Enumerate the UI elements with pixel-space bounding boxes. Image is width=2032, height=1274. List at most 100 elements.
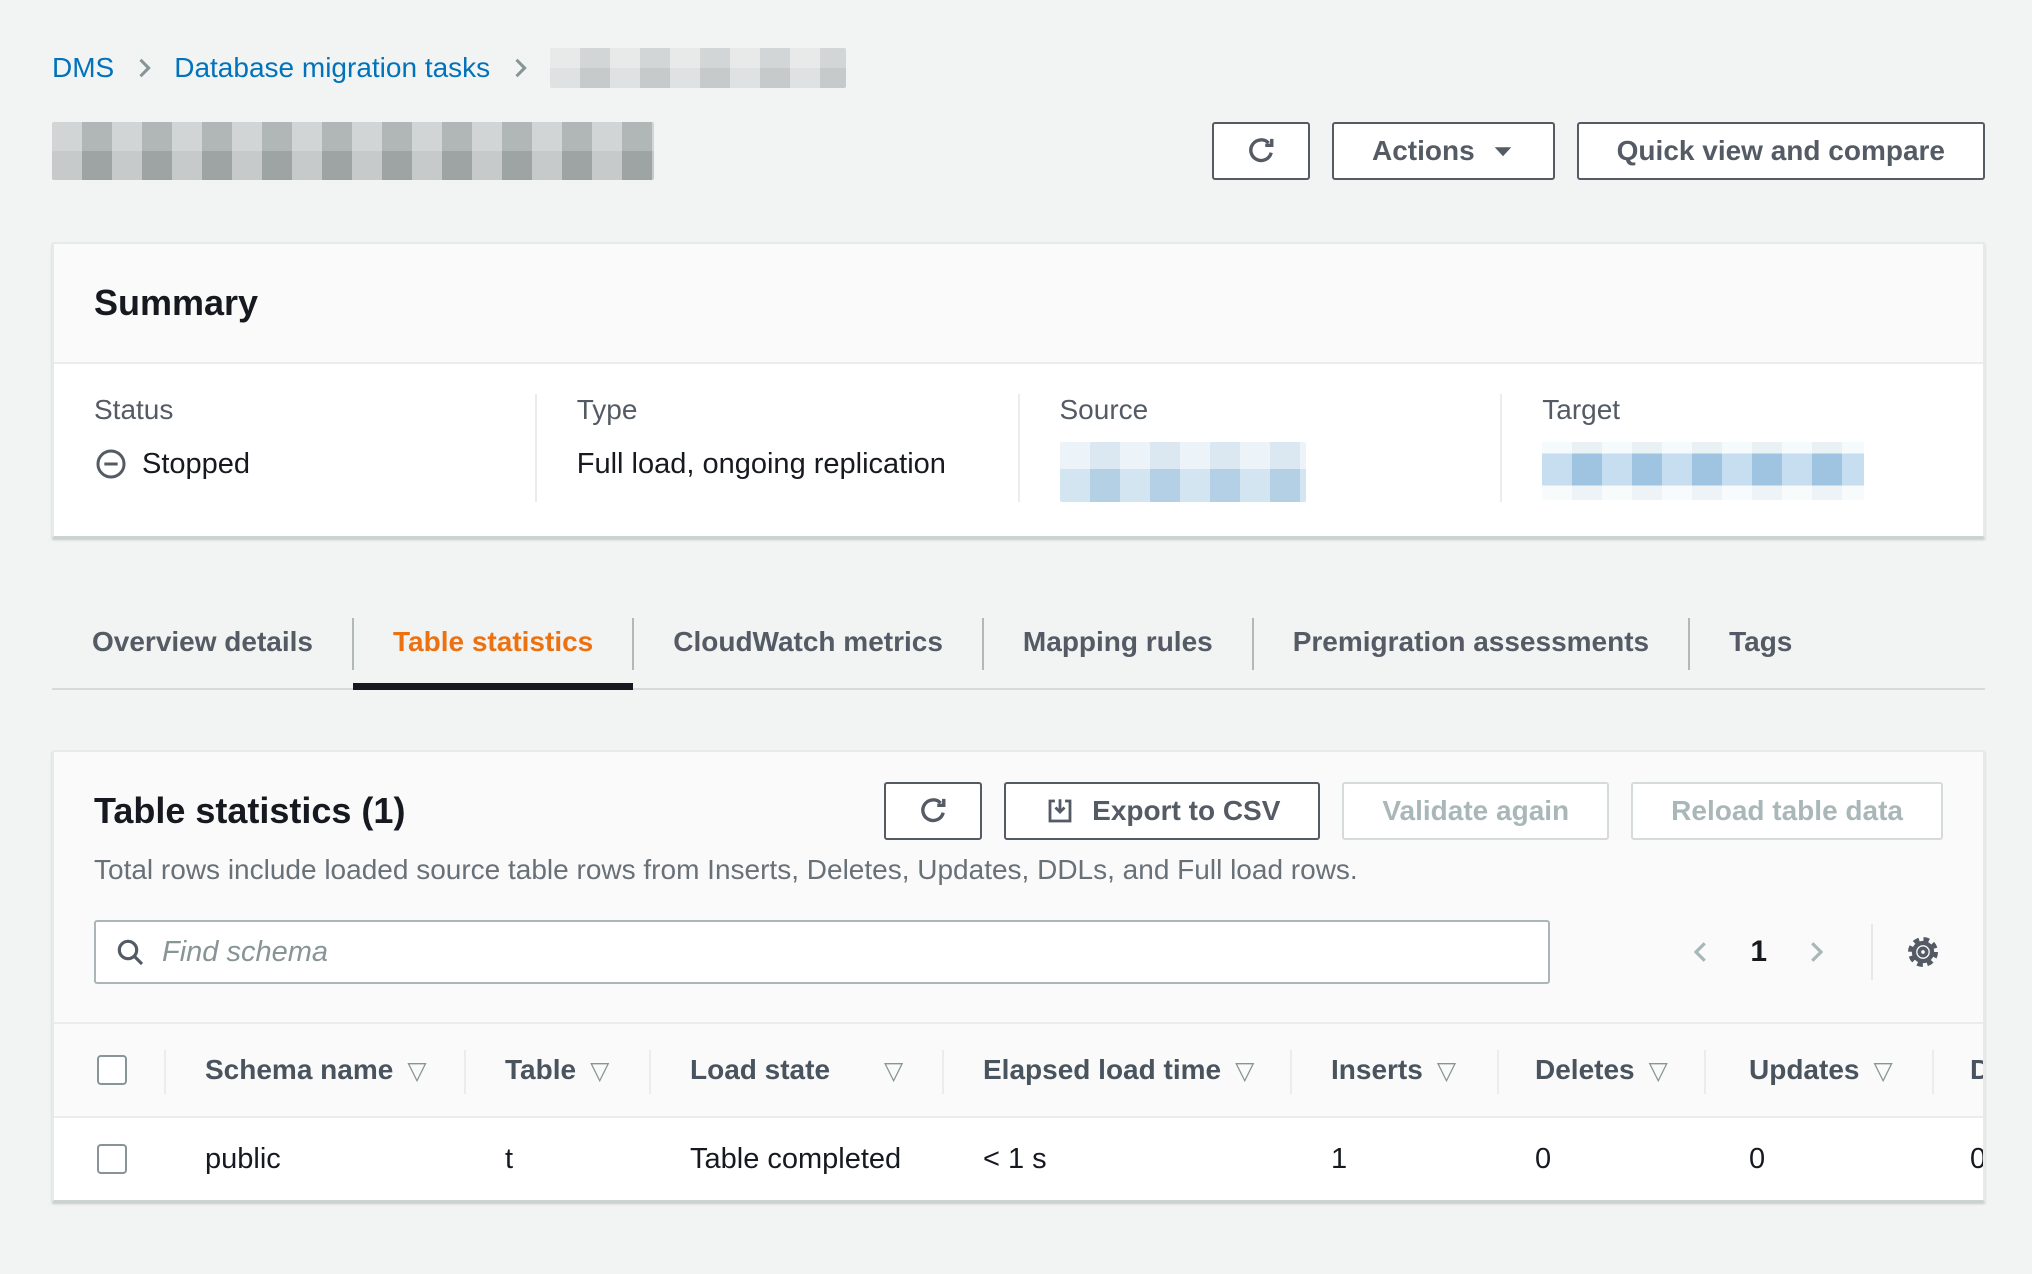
sort-icon[interactable] (407, 1056, 426, 1085)
summary-card-header: Summary (54, 244, 1983, 364)
column-header-ddls[interactable]: DDLs (1932, 1024, 1985, 1116)
summary-title: Summary (94, 282, 1943, 324)
search-icon (114, 936, 146, 968)
breadcrumb-tasks-link[interactable]: Database migration tasks (174, 52, 490, 84)
table-statistics-description: Total rows include loaded source table r… (94, 854, 1943, 886)
summary-field-type: Type Full load, ongoing replication (535, 394, 1018, 502)
reload-table-data-label: Reload table data (1671, 795, 1903, 827)
select-all-cell (54, 1024, 164, 1116)
quick-view-compare-button[interactable]: Quick view and compare (1577, 122, 1985, 180)
column-label: Inserts (1331, 1054, 1423, 1086)
actions-button[interactable]: Actions (1332, 122, 1555, 180)
table-statistics-card: Table statistics (1) (52, 750, 1985, 1202)
gear-icon (1903, 932, 1943, 972)
tab-premigration-assessments[interactable]: Premigration assessments (1253, 600, 1689, 688)
cell-ddls: 0 (1932, 1118, 1985, 1200)
sort-icon[interactable] (1873, 1056, 1892, 1085)
sort-icon[interactable] (884, 1056, 903, 1085)
source-label: Source (1060, 394, 1461, 426)
sort-icon[interactable] (1649, 1056, 1668, 1085)
summary-field-status: Status Stopped (54, 394, 535, 502)
task-name-redacted (52, 122, 654, 180)
table-header-row: Schema name Table Load state Elapsed loa… (54, 1022, 1985, 1118)
column-header-updates[interactable]: Updates (1704, 1024, 1932, 1116)
cell-deletes: 0 (1497, 1118, 1704, 1200)
caret-down-icon (1491, 139, 1515, 163)
stopped-icon (94, 447, 128, 481)
cell-inserts: 1 (1290, 1118, 1497, 1200)
table-card-header: Table statistics (1) (54, 752, 1983, 1022)
cell-updates: 0 (1704, 1118, 1932, 1200)
table-preferences-button[interactable] (1903, 932, 1943, 972)
summary-card: Summary Status Stopped Type Full load, o… (52, 242, 1985, 538)
refresh-icon (916, 794, 950, 828)
sort-icon[interactable] (1437, 1056, 1456, 1085)
refresh-button[interactable] (1212, 122, 1310, 180)
breadcrumb-current-redacted (550, 48, 846, 88)
column-header-load-state[interactable]: Load state (649, 1024, 942, 1116)
target-value (1542, 442, 1943, 500)
column-header-elapsed-load-time[interactable]: Elapsed load time (942, 1024, 1290, 1116)
target-label: Target (1542, 394, 1943, 426)
task-tabs: Overview details Table statistics CloudW… (52, 600, 1985, 690)
sort-icon[interactable] (590, 1056, 609, 1085)
reload-table-data-button[interactable]: Reload table data (1631, 782, 1943, 840)
tab-mapping-rules[interactable]: Mapping rules (983, 600, 1253, 688)
tab-overview-details[interactable]: Overview details (52, 600, 353, 688)
tab-tags[interactable]: Tags (1689, 600, 1832, 688)
actions-button-label: Actions (1372, 135, 1475, 167)
type-label: Type (577, 394, 978, 426)
export-csv-label: Export to CSV (1092, 795, 1280, 827)
current-page-number: 1 (1726, 935, 1791, 969)
status-value: Stopped (94, 442, 495, 486)
source-value-redacted[interactable] (1060, 442, 1306, 502)
table-statistics-title: Table statistics (1) (94, 790, 405, 832)
search-input[interactable] (94, 920, 1550, 984)
export-csv-button[interactable]: Export to CSV (1004, 782, 1320, 840)
download-icon (1044, 795, 1076, 827)
prev-page-button[interactable] (1676, 937, 1726, 967)
target-value-redacted[interactable] (1542, 442, 1864, 500)
type-value: Full load, ongoing replication (577, 442, 978, 486)
column-header-deletes[interactable]: Deletes (1497, 1024, 1704, 1116)
status-value-text: Stopped (142, 448, 250, 481)
validate-again-button[interactable]: Validate again (1342, 782, 1609, 840)
table-actions: Export to CSV Validate again Reload tabl… (884, 782, 1943, 840)
chevron-right-icon (130, 54, 158, 82)
column-label: Load state (690, 1054, 830, 1086)
sort-icon[interactable] (1235, 1056, 1254, 1085)
column-label: Table (505, 1054, 576, 1086)
column-header-table[interactable]: Table (464, 1024, 649, 1116)
column-label: Elapsed load time (983, 1054, 1221, 1086)
next-page-button[interactable] (1791, 937, 1841, 967)
select-all-checkbox[interactable] (97, 1055, 127, 1085)
refresh-icon (1244, 134, 1278, 168)
row-checkbox[interactable] (97, 1144, 127, 1174)
column-header-inserts[interactable]: Inserts (1290, 1024, 1497, 1116)
schema-search (94, 920, 1550, 984)
table-refresh-button[interactable] (884, 782, 982, 840)
table-row[interactable]: public t Table completed < 1 s 1 0 0 0 (54, 1118, 1985, 1200)
column-label: Schema name (205, 1054, 393, 1086)
summary-field-target: Target (1500, 394, 1983, 502)
source-value (1060, 442, 1461, 502)
cell-schema-name: public (164, 1118, 464, 1200)
summary-field-source: Source (1018, 394, 1501, 502)
chevron-right-icon (506, 54, 534, 82)
pagination: 1 (1676, 924, 1943, 980)
table-controls: 1 (94, 920, 1943, 1022)
chevron-left-icon (1686, 937, 1716, 967)
column-header-schema-name[interactable]: Schema name (164, 1024, 464, 1116)
breadcrumb-dms-link[interactable]: DMS (52, 52, 114, 84)
cell-load-state: Table completed (649, 1118, 942, 1200)
row-select-cell (54, 1118, 164, 1200)
page-header: Actions Quick view and compare (52, 122, 1985, 180)
summary-body: Status Stopped Type Full load, ongoing r… (54, 364, 1983, 536)
quick-view-compare-label: Quick view and compare (1617, 135, 1945, 167)
tab-table-statistics[interactable]: Table statistics (353, 600, 633, 688)
column-label: DDLs (1970, 1054, 1985, 1086)
header-actions: Actions Quick view and compare (1212, 122, 1985, 180)
validate-again-label: Validate again (1382, 795, 1569, 827)
dms-task-page: DMS Database migration tasks Actions (0, 0, 2032, 1274)
tab-cloudwatch-metrics[interactable]: CloudWatch metrics (633, 600, 983, 688)
